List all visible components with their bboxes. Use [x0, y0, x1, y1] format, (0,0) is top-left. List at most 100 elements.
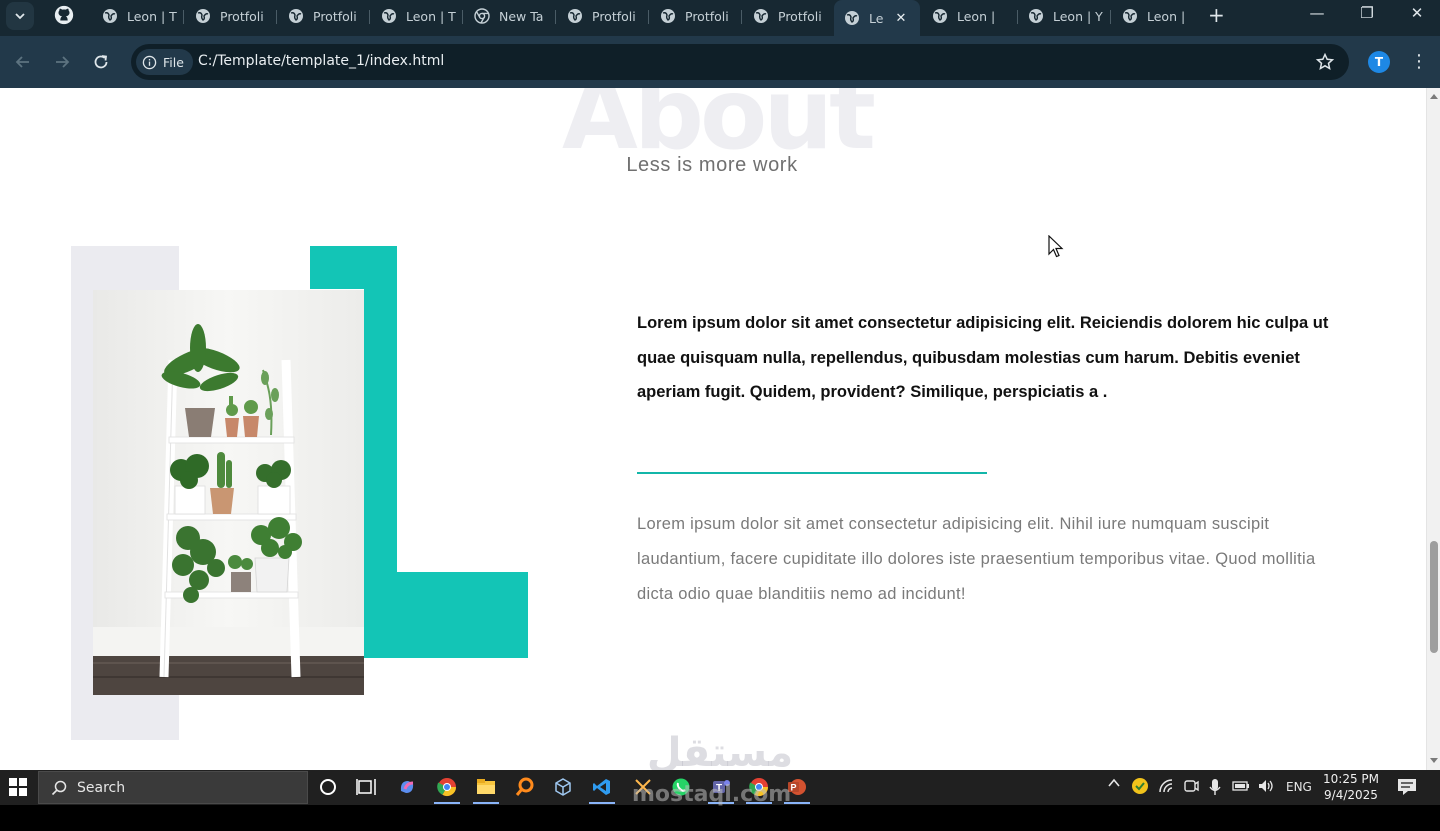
github-icon[interactable]: [53, 4, 75, 26]
tab-label: Protfoli: [313, 8, 357, 24]
tab-label: Le: [869, 10, 884, 26]
browser-tab[interactable]: Leon | Y: [1018, 0, 1111, 32]
svg-text:P: P: [791, 783, 797, 793]
globe-icon: [661, 9, 675, 23]
search-app-icon[interactable]: [514, 776, 536, 798]
tab-separator: [276, 10, 277, 24]
volume-icon[interactable]: [1257, 778, 1275, 797]
globe-icon: [754, 9, 768, 23]
browser-tab[interactable]: Protfoli: [557, 0, 649, 32]
tab-label: Leon |: [1147, 8, 1186, 24]
globe-icon: [103, 9, 117, 23]
browser-tab[interactable]: Leon |: [1112, 0, 1200, 32]
profile-avatar[interactable]: T: [1368, 51, 1390, 73]
back-button[interactable]: [12, 51, 34, 73]
page-scrollbar[interactable]: [1426, 88, 1440, 770]
task-view-icon[interactable]: [355, 776, 377, 798]
show-hidden-icons[interactable]: [1107, 776, 1121, 793]
browser-toolbar: File C:/Template/template_1/index.html: [0, 36, 1440, 88]
close-window-button[interactable]: ✕: [1397, 4, 1437, 22]
browser-tab-strip: Leon | T Protfoli Protfoli Leon | T New Ta Pr…: [0, 0, 1440, 36]
chrome-icon: [474, 8, 490, 24]
bookmark-star-icon[interactable]: [1315, 52, 1335, 72]
tab-label: Leon | T: [127, 8, 177, 24]
browser-tab[interactable]: Protfoli: [278, 0, 370, 32]
tab-label: Leon | Y: [1053, 8, 1103, 24]
mouse-cursor-icon: [1048, 235, 1064, 258]
tab-separator: [1110, 10, 1111, 24]
new-tab-button[interactable]: +: [1208, 3, 1225, 27]
language-indicator[interactable]: ENG: [1286, 780, 1312, 794]
tab-label: Leon | T: [406, 8, 456, 24]
arrow-right-icon: [56, 56, 70, 68]
tab-separator: [648, 10, 649, 24]
info-icon: [142, 55, 157, 69]
page-viewport: About Less is more work Lorem ipsum dolo…: [0, 88, 1440, 770]
close-tab-icon[interactable]: ✕: [895, 11, 906, 26]
meet-now-icon[interactable]: [1183, 778, 1199, 797]
scheme-label: File: [163, 54, 184, 70]
reload-icon: [94, 55, 108, 69]
copilot-icon[interactable]: [396, 776, 418, 798]
about-body-text: Lorem ipsum dolor sit amet consectetur a…: [637, 515, 1316, 603]
chrome-taskbar-icon[interactable]: [434, 776, 460, 804]
taskbar-search-label: Search: [77, 779, 126, 796]
browser-tab[interactable]: Protfoli: [185, 0, 277, 32]
tab-separator: [462, 10, 463, 24]
browser-tab[interactable]: Leon | T: [92, 0, 184, 32]
tab-search-button[interactable]: [6, 2, 34, 30]
minimize-button[interactable]: —: [1297, 4, 1337, 22]
tab-label: Protfoli: [778, 8, 822, 24]
browser-tab[interactable]: New Ta: [464, 0, 556, 32]
taskbar-clock[interactable]: 10:25 PM 9/4/2025: [1320, 771, 1382, 803]
search-icon: [51, 780, 67, 795]
tab-separator: [741, 10, 742, 24]
tab-label: Leon |: [957, 8, 996, 24]
reload-button[interactable]: [90, 51, 112, 73]
globe-icon: [1123, 9, 1137, 23]
url-text: C:/Template/template_1/index.html: [198, 53, 445, 69]
clock-time: 10:25 PM: [1323, 772, 1379, 786]
cortana-icon[interactable]: [317, 776, 339, 798]
chevron-down-icon: [15, 13, 25, 20]
tab-separator: [369, 10, 370, 24]
taskbar-search-box[interactable]: Search: [38, 771, 308, 804]
section-subtitle: Less is more work: [626, 154, 798, 176]
scroll-down-icon[interactable]: [1430, 758, 1438, 763]
watermark-text: mostaql.com: [632, 782, 792, 807]
browser-menu-button[interactable]: ⋮: [1410, 50, 1428, 74]
clock-date: 9/4/2025: [1324, 788, 1378, 802]
globe-icon: [289, 9, 303, 23]
about-lead-text: Lorem ipsum dolor sit amet consectetur a…: [637, 314, 1329, 401]
tab-separator: [555, 10, 556, 24]
address-bar[interactable]: File C:/Template/template_1/index.html: [131, 44, 1349, 80]
file-explorer-icon[interactable]: [473, 776, 499, 804]
restore-button[interactable]: ❐: [1347, 4, 1387, 22]
plant-shelf-image: [93, 290, 364, 695]
browser-tab[interactable]: Leon |: [922, 0, 1018, 32]
browser-tab[interactable]: Protfoli: [743, 0, 835, 32]
tab-label: Protfoli: [592, 8, 636, 24]
vscode-icon[interactable]: [589, 776, 615, 804]
status-tray-icon[interactable]: [1131, 777, 1149, 798]
network-icon[interactable]: [1158, 778, 1176, 797]
tab-label: Protfoli: [220, 8, 264, 24]
forward-button[interactable]: [51, 51, 73, 73]
browser-tab[interactable]: Protfoli: [650, 0, 742, 32]
site-info-chip[interactable]: File: [136, 49, 193, 75]
arrow-left-icon: [15, 56, 29, 68]
notification-center-icon[interactable]: [1397, 778, 1417, 796]
tab-label: New Ta: [499, 8, 544, 24]
microphone-icon[interactable]: [1208, 778, 1222, 799]
tab-separator: [183, 10, 184, 24]
browser-tab[interactable]: Leon | T: [371, 0, 463, 32]
scrollbar-thumb[interactable]: [1430, 541, 1438, 653]
battery-icon[interactable]: [1232, 779, 1250, 796]
virtualbox-icon[interactable]: [552, 776, 574, 798]
globe-icon: [933, 9, 947, 23]
screen-bottom-bar: [0, 805, 1440, 831]
section-heading-background: About: [562, 88, 876, 172]
scroll-up-icon[interactable]: [1430, 94, 1438, 99]
tab-active[interactable]: Le ✕: [834, 0, 920, 36]
windows-start-icon[interactable]: [9, 778, 27, 796]
